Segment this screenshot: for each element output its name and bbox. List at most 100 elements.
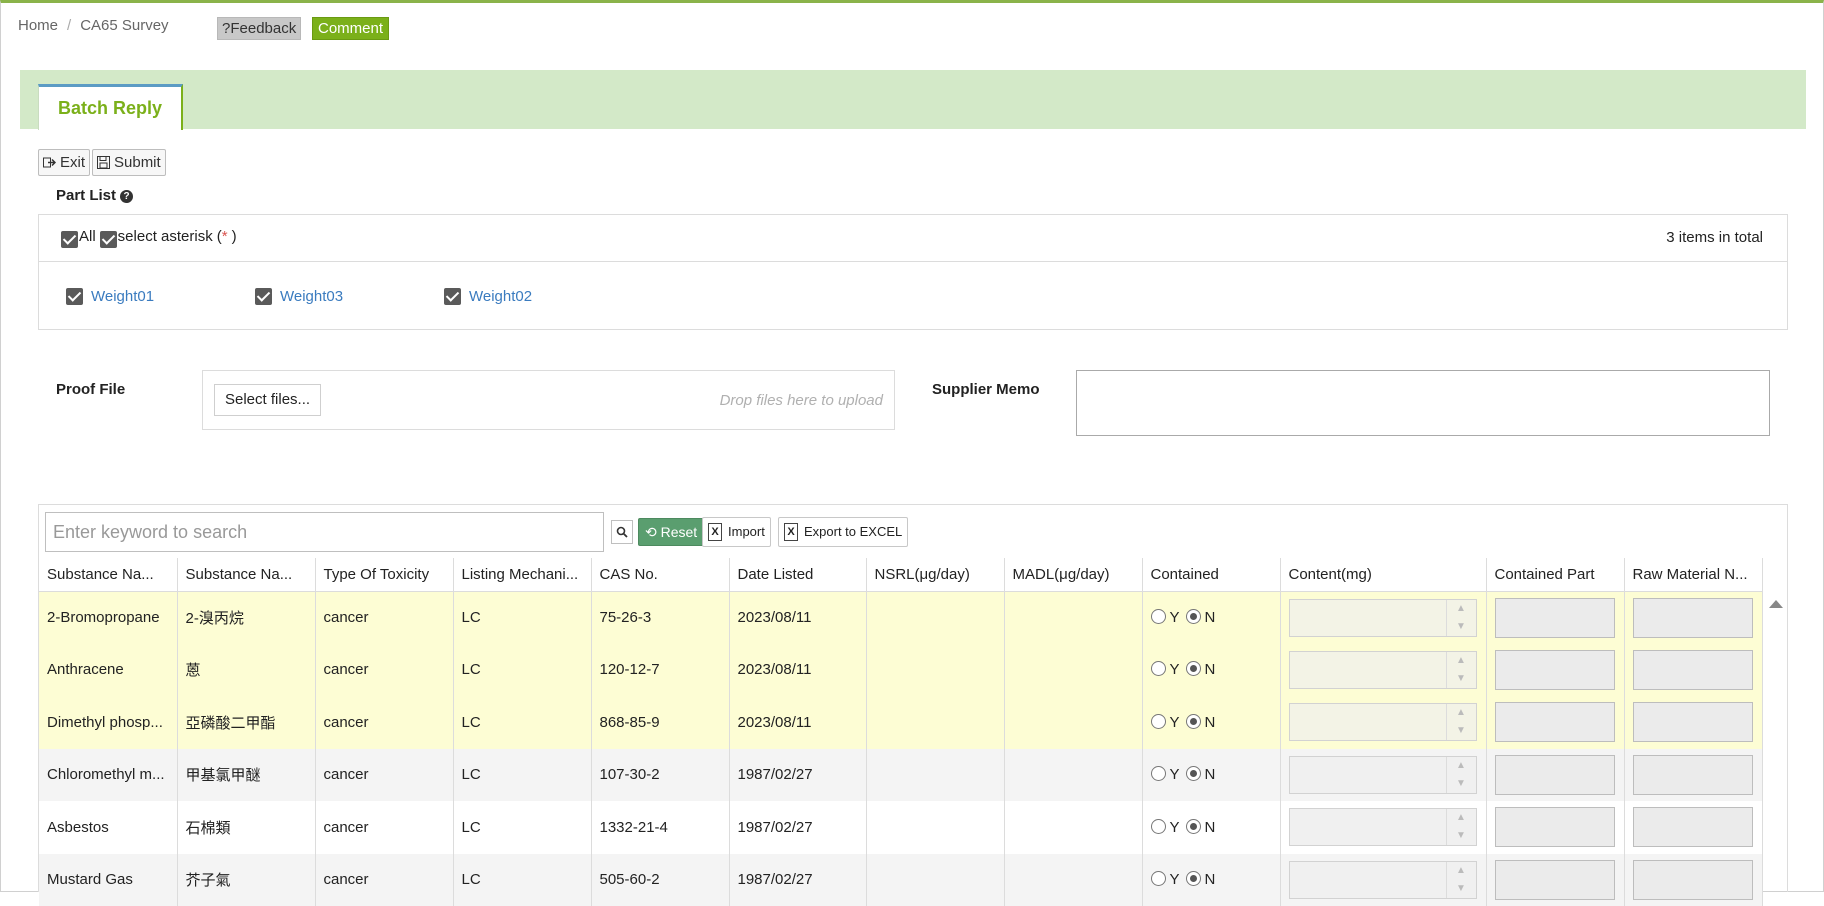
exit-button[interactable]: Exit [38,149,90,176]
contained-yes-radio[interactable] [1151,609,1166,624]
cell-name-zh: 亞磷酸二甲酯 [177,696,315,749]
contained-part-field[interactable] [1495,702,1615,742]
comment-button[interactable]: Comment [312,17,389,40]
select-files-button[interactable]: Select files... [214,384,321,416]
part-item[interactable]: Weight01 [66,288,154,305]
contained-yes-radio[interactable] [1151,714,1166,729]
spin-down-icon[interactable]: ▼ [1447,775,1476,793]
part-item-link[interactable]: Weight03 [280,288,343,305]
search-input[interactable]: Enter keyword to search [45,512,604,552]
file-upload-dropzone[interactable]: Select files... Drop files here to uploa… [202,370,895,430]
cell-toxicity: cancer [315,854,453,906]
import-button[interactable]: X Import [702,517,771,547]
column-header[interactable]: Type Of Toxicity [315,558,453,591]
contained-part-field[interactable] [1495,598,1615,638]
spin-up-icon[interactable]: ▲ [1447,652,1476,670]
select-all-checkbox[interactable] [61,231,78,248]
spin-down-icon[interactable]: ▼ [1447,670,1476,688]
feedback-button[interactable]: ?Feedback [217,17,301,40]
table-row[interactable]: Asbestos石棉類cancerLC1332-21-41987/02/27YN… [39,801,1762,854]
export-excel-button[interactable]: X Export to EXCEL [778,517,908,547]
content-numeric-input[interactable]: ▲▼ [1289,756,1477,794]
select-asterisk-checkbox[interactable] [100,231,117,248]
submit-button[interactable]: Submit [92,149,166,176]
table-row[interactable]: Dimethyl phosp...亞磷酸二甲酯cancerLC868-85-92… [39,696,1762,749]
select-controls: All select asterisk ( * ) [61,228,237,251]
spin-down-icon[interactable]: ▼ [1447,827,1476,845]
column-header[interactable]: Substance Na... [39,558,177,591]
column-header[interactable]: Raw Material N... [1624,558,1762,591]
part-item[interactable]: Weight03 [255,288,343,305]
column-header[interactable]: Contained Part [1486,558,1624,591]
contained-no-radio[interactable] [1186,819,1201,834]
spinner[interactable]: ▲▼ [1446,600,1476,636]
spinner[interactable]: ▲▼ [1446,704,1476,740]
supplier-memo-label: Supplier Memo [932,381,1040,398]
column-header[interactable]: Contained [1142,558,1280,591]
contained-no-radio[interactable] [1186,714,1201,729]
search-button[interactable] [611,520,633,544]
spinner[interactable]: ▲▼ [1446,757,1476,793]
part-item-checkbox[interactable] [66,288,83,305]
spin-down-icon[interactable]: ▼ [1447,618,1476,636]
help-icon[interactable]: ? [120,190,133,203]
part-list-title: Part List? [56,187,133,204]
contained-no-radio[interactable] [1186,609,1201,624]
contained-yes-radio[interactable] [1151,661,1166,676]
spinner[interactable]: ▲▼ [1446,652,1476,688]
raw-material-field[interactable] [1633,702,1753,742]
spin-up-icon[interactable]: ▲ [1447,704,1476,722]
part-item-checkbox[interactable] [255,288,272,305]
raw-material-field[interactable] [1633,807,1753,847]
raw-material-field[interactable] [1633,860,1753,900]
reset-button[interactable]: ⟲ Reset [638,518,704,546]
spin-up-icon[interactable]: ▲ [1447,862,1476,880]
contained-part-field[interactable] [1495,807,1615,847]
column-header[interactable]: Substance Na... [177,558,315,591]
contained-part-field[interactable] [1495,860,1615,900]
content-numeric-input[interactable]: ▲▼ [1289,703,1477,741]
spin-up-icon[interactable]: ▲ [1447,757,1476,775]
table-row[interactable]: 2-Bromopropane2-溴丙烷cancerLC75-26-32023/0… [39,591,1762,644]
contained-yes-radio[interactable] [1151,819,1166,834]
content-numeric-input[interactable]: ▲▼ [1289,808,1477,846]
raw-material-field[interactable] [1633,755,1753,795]
column-header[interactable]: CAS No. [591,558,729,591]
raw-material-field[interactable] [1633,650,1753,690]
part-item-link[interactable]: Weight02 [469,288,532,305]
raw-material-field[interactable] [1633,598,1753,638]
part-item-link[interactable]: Weight01 [91,288,154,305]
column-header[interactable]: Listing Mechani... [453,558,591,591]
part-item-checkbox[interactable] [444,288,461,305]
contained-no-radio[interactable] [1186,661,1201,676]
table-row[interactable]: Chloromethyl m...甲基氯甲醚cancerLC107-30-219… [39,749,1762,802]
spin-down-icon[interactable]: ▼ [1447,880,1476,898]
tab-batch-reply[interactable]: Batch Reply [38,84,183,130]
contained-part-field[interactable] [1495,650,1615,690]
scroll-up-arrow[interactable] [1769,600,1783,608]
table-row[interactable]: Anthracene蒽cancerLC120-12-72023/08/11YN▲… [39,644,1762,697]
column-header[interactable]: MADL(μg/day) [1004,558,1142,591]
part-item[interactable]: Weight02 [444,288,532,305]
contained-yes-radio[interactable] [1151,766,1166,781]
breadcrumb-home[interactable]: Home [18,17,58,34]
contained-no-radio[interactable] [1186,871,1201,886]
cell-name-en: Asbestos [39,801,177,854]
content-numeric-input[interactable]: ▲▼ [1289,861,1477,899]
spinner[interactable]: ▲▼ [1446,862,1476,898]
content-numeric-input[interactable]: ▲▼ [1289,651,1477,689]
cell-date: 1987/02/27 [729,801,866,854]
column-header[interactable]: NSRL(μg/day) [866,558,1004,591]
table-row[interactable]: Mustard Gas芥子氣cancerLC505-60-21987/02/27… [39,854,1762,906]
contained-no-radio[interactable] [1186,766,1201,781]
spin-up-icon[interactable]: ▲ [1447,600,1476,618]
spin-down-icon[interactable]: ▼ [1447,722,1476,740]
contained-yes-radio[interactable] [1151,871,1166,886]
column-header[interactable]: Content(mg) [1280,558,1486,591]
content-numeric-input[interactable]: ▲▼ [1289,599,1477,637]
spin-up-icon[interactable]: ▲ [1447,809,1476,827]
column-header[interactable]: Date Listed [729,558,866,591]
spinner[interactable]: ▲▼ [1446,809,1476,845]
contained-part-field[interactable] [1495,755,1615,795]
supplier-memo-textarea[interactable] [1076,370,1770,436]
